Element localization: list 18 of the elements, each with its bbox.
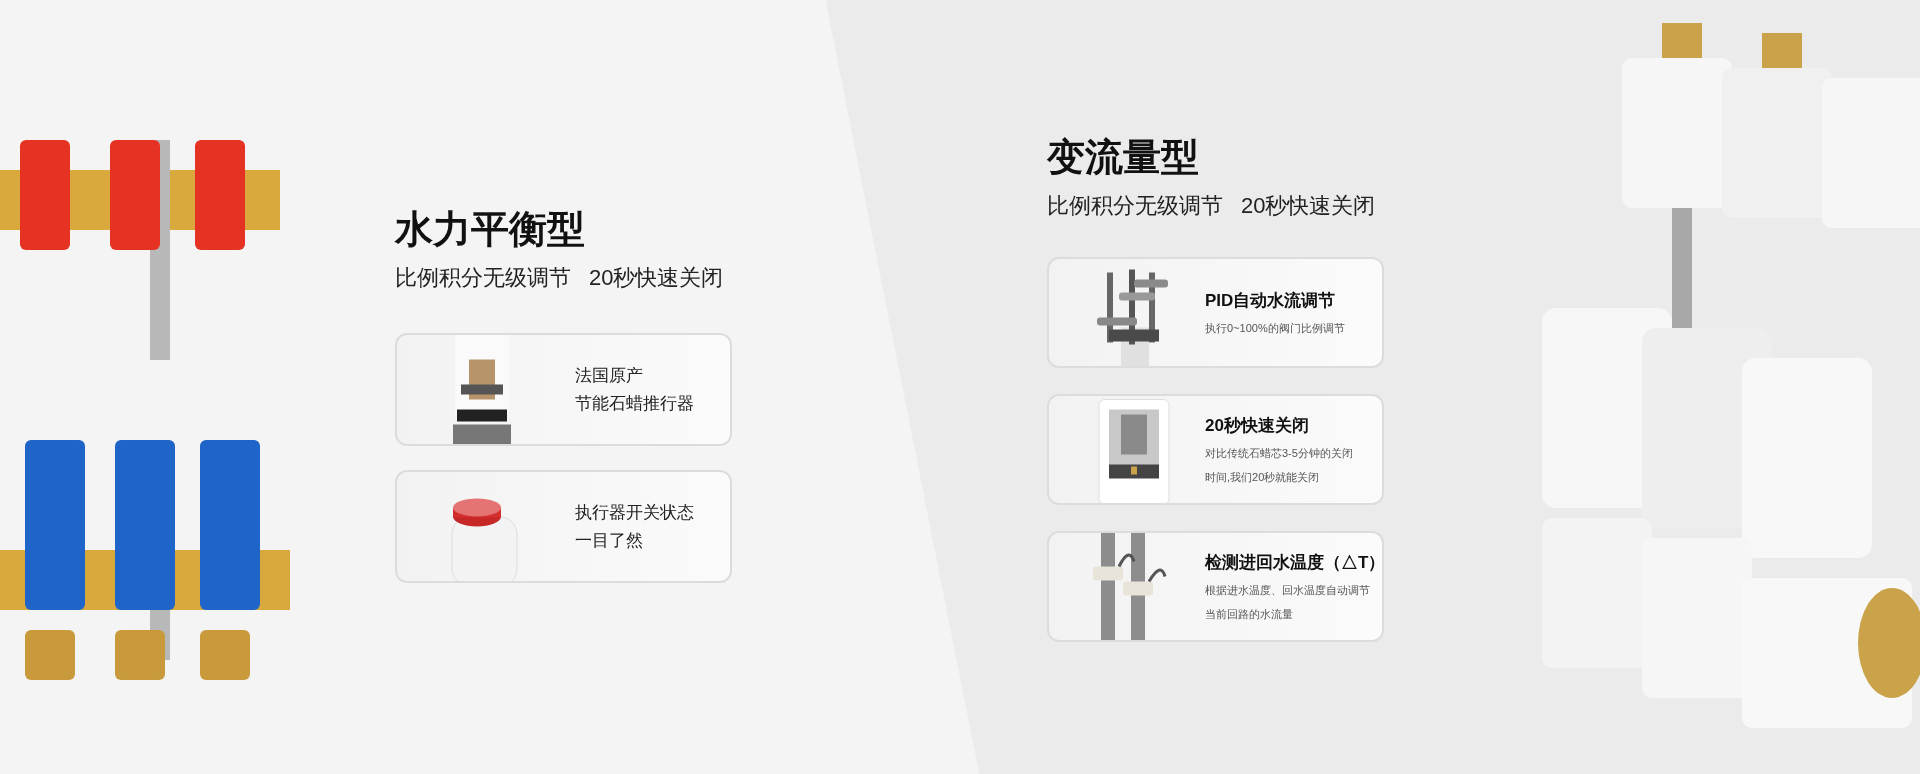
- card-text: 时间,我们20秒就能关闭: [1205, 470, 1321, 486]
- section-subtitle: 比例积分无级调节: [395, 264, 571, 292]
- card-text: 执行器开关状态: [575, 501, 694, 524]
- card-title: 检测进回水温度（△T）: [1205, 551, 1382, 574]
- section-subtitle: 比例积分无级调节: [1047, 192, 1223, 220]
- card-text: 一目了然: [575, 529, 644, 552]
- card-text: 当前回路的水流量: [1205, 607, 1294, 623]
- card-text: 对比传统石蜡芯3-5分钟的关闭: [1205, 446, 1353, 462]
- card-text: 根据进水温度、回水温度自动调节: [1205, 583, 1371, 599]
- section-title: 变流量型: [1047, 135, 1200, 180]
- section-title: 水力平衡型: [395, 207, 586, 252]
- section-subtitle: 20秒快速关闭: [589, 264, 724, 292]
- card-title: 20秒快速关闭: [1205, 414, 1310, 437]
- card-text: 法国原产: [575, 364, 644, 387]
- card-text: 节能石蜡推行器: [575, 392, 694, 415]
- card-title: PID自动水流调节: [1205, 289, 1337, 312]
- section-subtitle: 20秒快速关闭: [1241, 192, 1376, 220]
- card-text: 执行0~100%的阀门比例调节: [1205, 321, 1345, 337]
